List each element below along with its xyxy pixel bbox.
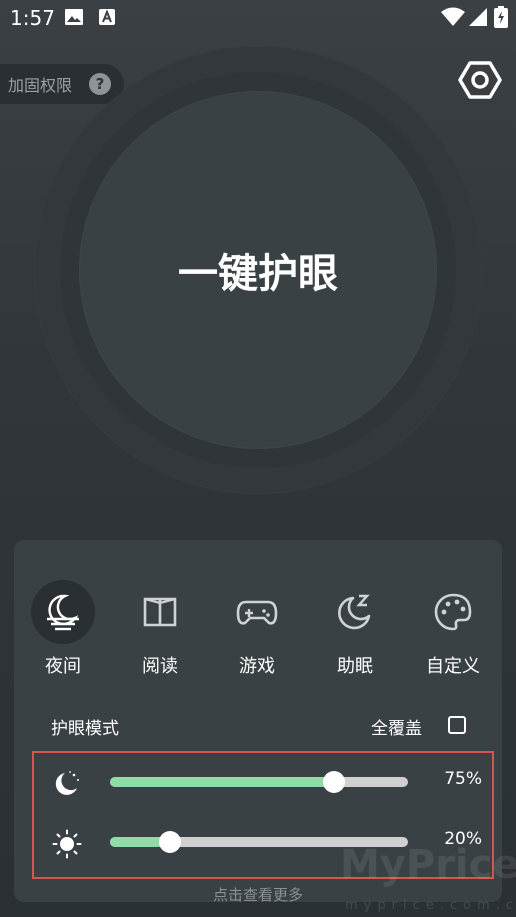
mode-sleep-label: 助眠 (337, 656, 373, 677)
mode-game-icon-wrap (225, 580, 289, 644)
mode-custom-label: 自定义 (426, 656, 480, 677)
filter-value: 75% (444, 769, 482, 789)
settings-icon[interactable] (458, 58, 502, 102)
filter-slider-row: 75% (34, 753, 496, 813)
mode-night[interactable]: 夜间 (27, 580, 99, 678)
mode-custom-icon-wrap (421, 580, 485, 644)
mode-game-label: 游戏 (239, 656, 275, 677)
battery-icon (494, 6, 508, 28)
onekey-label: 一键护眼 (178, 251, 338, 297)
gamepad-icon (236, 600, 278, 625)
status-bar: 1:57 (0, 0, 516, 36)
mode-custom[interactable]: 自定义 (417, 580, 489, 678)
status-time: 1:57 (10, 6, 55, 30)
mode-reading-icon-wrap (128, 580, 192, 644)
book-icon (143, 597, 177, 627)
mode-reading-label: 阅读 (142, 656, 178, 677)
mode-night-label: 夜间 (45, 656, 81, 677)
mode-night-icon-wrap (31, 580, 95, 644)
moon-icon (55, 771, 79, 795)
mode-sleep[interactable]: 助眠 (319, 580, 391, 678)
filter-slider[interactable] (110, 771, 408, 793)
full-cover-checkbox[interactable] (448, 716, 466, 734)
filter-slider-fill (110, 777, 334, 787)
sleep-icon (338, 594, 371, 630)
eye-mode-title: 护眼模式 (51, 719, 119, 739)
brightness-slider-thumb[interactable] (158, 831, 181, 853)
wifi-icon (441, 7, 465, 26)
watermark-site: myprice.com.cn (345, 898, 516, 913)
boost-permission-label: 加固权限 (8, 76, 73, 95)
mode-sleep-icon-wrap (323, 580, 387, 644)
signal-icon (469, 8, 487, 26)
full-cover-label: 全覆盖 (371, 719, 422, 739)
mode-reading[interactable]: 阅读 (124, 580, 196, 678)
onekey-eye-protect-button[interactable]: 一键护眼 (80, 92, 436, 448)
watermark-brand: MyPrice (340, 842, 516, 888)
night-icon (47, 594, 79, 631)
a-notification-icon (99, 9, 115, 25)
sun-icon (52, 829, 82, 859)
filter-slider-thumb[interactable] (322, 771, 345, 793)
palette-icon (434, 593, 472, 631)
mode-game[interactable]: 游戏 (221, 580, 293, 678)
image-icon (65, 9, 83, 25)
